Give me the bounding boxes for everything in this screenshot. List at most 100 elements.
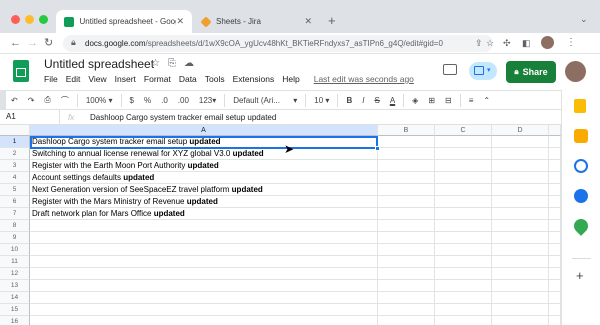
table-cell[interactable]: [492, 196, 549, 208]
add-on-plus-icon[interactable]: +: [576, 268, 584, 283]
close-tab-icon[interactable]: ✕: [304, 16, 312, 27]
table-cell[interactable]: [549, 292, 561, 304]
new-tab-button[interactable]: +: [328, 13, 336, 28]
table-cell[interactable]: [492, 232, 549, 244]
table-cell[interactable]: [492, 220, 549, 232]
minimize-window-button[interactable]: [25, 15, 34, 24]
table-cell[interactable]: [378, 208, 435, 220]
cell-a[interactable]: [30, 256, 378, 268]
percent-format-button[interactable]: %: [139, 96, 156, 105]
row-header[interactable]: 14: [0, 292, 30, 304]
table-cell[interactable]: [435, 244, 492, 256]
menu-help[interactable]: Help: [282, 74, 299, 84]
row-header[interactable]: 13: [0, 280, 30, 292]
increase-decimal-button[interactable]: .00: [173, 96, 194, 105]
table-cell[interactable]: [549, 208, 561, 220]
table-cell[interactable]: [435, 148, 492, 160]
menu-file[interactable]: File: [44, 74, 58, 84]
move-folder-icon[interactable]: ⎘: [168, 58, 176, 69]
cell-a[interactable]: [30, 292, 378, 304]
row-header[interactable]: 4: [0, 172, 30, 184]
fill-color-icon[interactable]: ◈: [407, 96, 423, 105]
font-size-select[interactable]: 10 ▾: [309, 96, 334, 105]
decrease-decimal-button[interactable]: .0: [156, 96, 173, 105]
table-cell[interactable]: [378, 220, 435, 232]
present-meeting-button[interactable]: ▾: [469, 62, 497, 80]
cell-a[interactable]: Draft network plan for Mars Office updat…: [30, 208, 378, 220]
bookmark-star-icon[interactable]: ☆: [486, 36, 494, 50]
paint-format-icon[interactable]: ⌒: [56, 95, 74, 106]
column-header-c[interactable]: C: [435, 125, 492, 136]
row-header[interactable]: 5: [0, 184, 30, 196]
extensions-icon[interactable]: ✣: [503, 36, 511, 50]
italic-button[interactable]: I: [357, 96, 369, 105]
menu-edit[interactable]: Edit: [66, 74, 81, 84]
maps-icon[interactable]: [571, 216, 591, 236]
table-cell[interactable]: [549, 280, 561, 292]
font-family-select[interactable]: Default (Ari...: [228, 96, 288, 105]
table-cell[interactable]: [378, 232, 435, 244]
table-cell[interactable]: [492, 304, 549, 316]
table-cell[interactable]: [435, 292, 492, 304]
menu-tools[interactable]: Tools: [205, 74, 225, 84]
menu-insert[interactable]: Insert: [115, 74, 136, 84]
table-cell[interactable]: [378, 136, 435, 148]
table-cell[interactable]: [378, 292, 435, 304]
cell-a[interactable]: Switching to annual license renewal for …: [30, 148, 378, 160]
cell-a[interactable]: [30, 316, 378, 325]
row-header[interactable]: 16: [0, 316, 30, 325]
maximize-window-button[interactable]: [39, 15, 48, 24]
row-header[interactable]: 2: [0, 148, 30, 160]
share-button[interactable]: 🔒︎ Share: [506, 61, 556, 83]
table-cell[interactable]: [378, 148, 435, 160]
row-header[interactable]: 12: [0, 268, 30, 280]
table-cell[interactable]: [549, 184, 561, 196]
table-cell[interactable]: [549, 316, 561, 325]
reading-list-icon[interactable]: ◧: [522, 36, 531, 50]
table-cell[interactable]: [492, 256, 549, 268]
menu-extensions[interactable]: Extensions: [233, 74, 275, 84]
name-box[interactable]: A1: [0, 110, 60, 124]
table-cell[interactable]: [492, 292, 549, 304]
select-all-corner[interactable]: [0, 125, 30, 136]
column-header-d[interactable]: D: [492, 125, 549, 136]
table-cell[interactable]: [378, 244, 435, 256]
table-cell[interactable]: [435, 316, 492, 325]
table-cell[interactable]: [492, 172, 549, 184]
table-cell[interactable]: [435, 220, 492, 232]
table-cell[interactable]: [492, 208, 549, 220]
table-cell[interactable]: [492, 316, 549, 325]
cell-a[interactable]: [30, 280, 378, 292]
borders-icon[interactable]: ⊞: [423, 96, 440, 105]
row-header[interactable]: 9: [0, 232, 30, 244]
more-formats-select[interactable]: 123▾: [194, 96, 221, 105]
table-cell[interactable]: [435, 256, 492, 268]
table-cell[interactable]: [378, 304, 435, 316]
tab-jira[interactable]: Sheets - Jira ✕: [194, 10, 320, 33]
table-cell[interactable]: [378, 160, 435, 172]
table-cell[interactable]: [435, 196, 492, 208]
cell-a[interactable]: [30, 220, 378, 232]
cell-a[interactable]: Next Generation version of SeeSpaceEZ tr…: [30, 184, 378, 196]
document-title[interactable]: Untitled spreadsheet: [44, 57, 154, 71]
cell-a[interactable]: Account settings defaults updated: [30, 172, 378, 184]
table-cell[interactable]: [378, 280, 435, 292]
table-cell[interactable]: [492, 160, 549, 172]
table-cell[interactable]: [549, 256, 561, 268]
print-icon[interactable]: ⎙: [39, 95, 55, 105]
table-cell[interactable]: [435, 268, 492, 280]
table-cell[interactable]: [549, 232, 561, 244]
row-header[interactable]: 8: [0, 220, 30, 232]
spreadsheet-grid[interactable]: A B C D 1 Dashloop Cargo system tracker e…: [0, 125, 561, 325]
zoom-select[interactable]: 100% ▾: [81, 96, 118, 105]
horizontal-align-icon[interactable]: ≡: [464, 96, 479, 105]
table-cell[interactable]: [435, 208, 492, 220]
table-cell[interactable]: [549, 220, 561, 232]
cell-a[interactable]: [30, 304, 378, 316]
table-cell[interactable]: [435, 280, 492, 292]
tasks-icon[interactable]: [574, 159, 588, 173]
table-cell[interactable]: [435, 184, 492, 196]
table-cell[interactable]: [435, 232, 492, 244]
table-cell[interactable]: [549, 304, 561, 316]
table-cell[interactable]: [549, 160, 561, 172]
